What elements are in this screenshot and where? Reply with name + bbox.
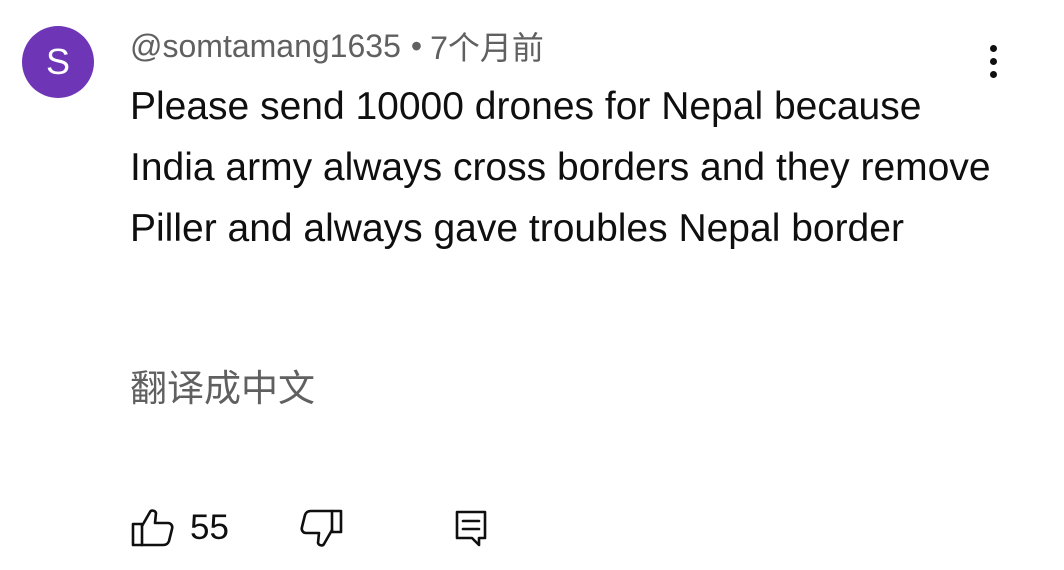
thumbs-up-icon <box>131 508 175 548</box>
reply-comment-icon <box>453 508 489 548</box>
thumbs-down-icon <box>299 508 343 548</box>
avatar[interactable]: S <box>22 26 94 98</box>
more-vertical-icon-dot <box>989 57 997 65</box>
comment-header: @somtamang1635 • 7个月前 <box>130 23 544 69</box>
comment-text: Please send 10000 drones for Nepal becau… <box>130 85 991 250</box>
separator-dot: • <box>410 27 423 64</box>
like-count: 55 <box>190 508 229 547</box>
more-vertical-icon <box>989 44 997 52</box>
translate-link[interactable]: 翻译成中文 <box>130 358 315 412</box>
comment-card: S @somtamang1635 • 7个月前 Please send 1000… <box>0 0 1064 570</box>
reply-button[interactable] <box>446 506 496 550</box>
author-handle[interactable]: @somtamang1635 <box>130 28 401 65</box>
like-button[interactable] <box>128 506 178 550</box>
dislike-button[interactable] <box>296 506 346 550</box>
comment-action-bar: 55 <box>0 500 1064 556</box>
comment-time[interactable]: 7个月前 <box>430 23 544 69</box>
